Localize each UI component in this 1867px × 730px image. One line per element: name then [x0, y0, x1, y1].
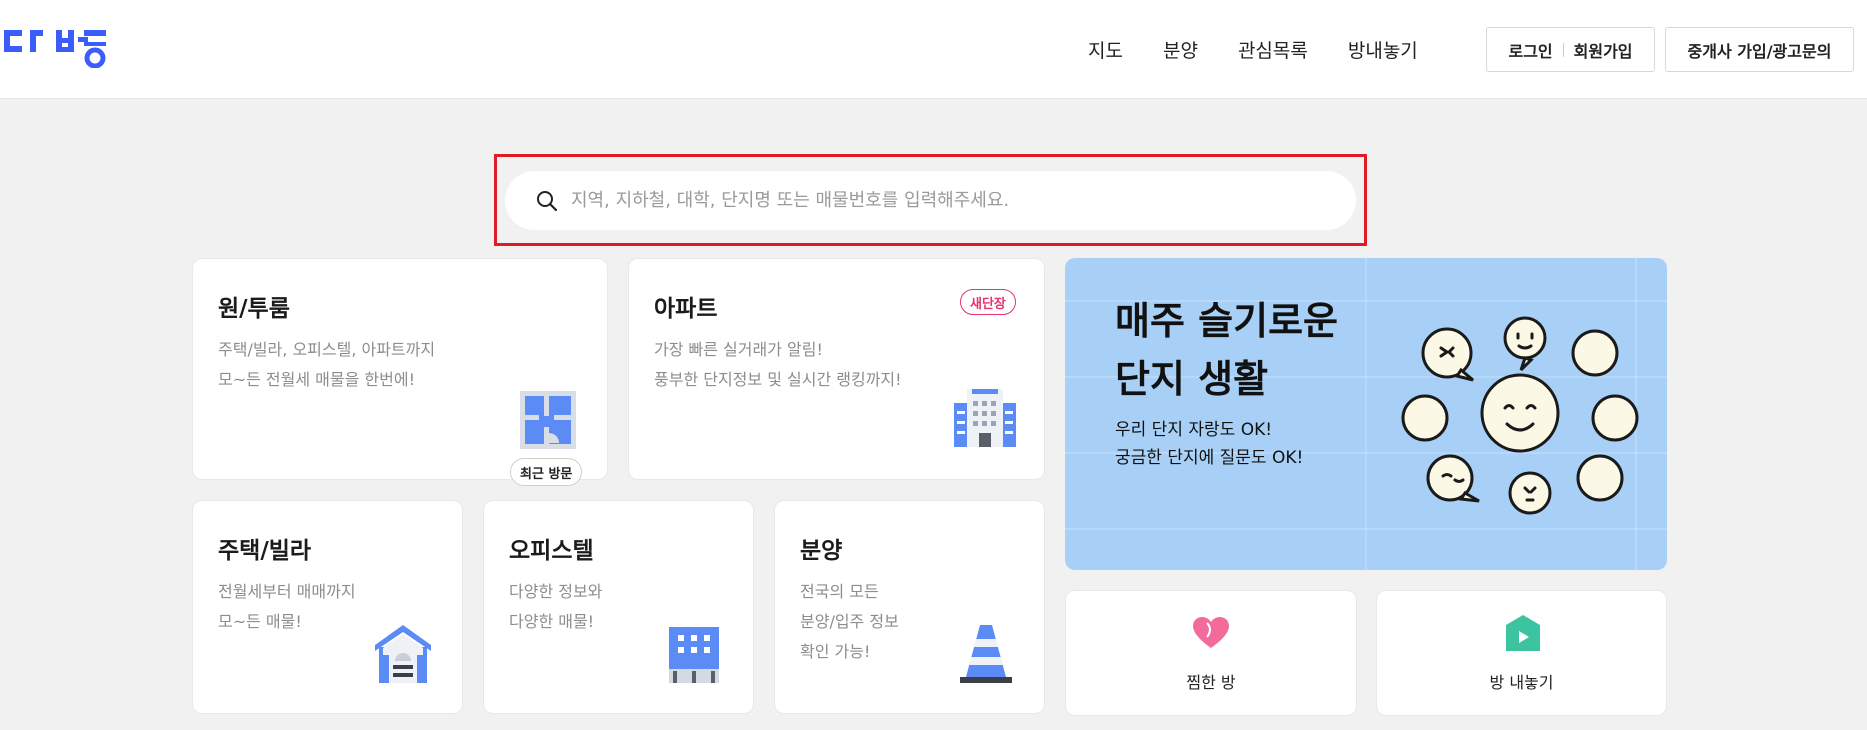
card-title: 아파트 — [654, 296, 718, 322]
card-officetel[interactable]: 오피스텔 다양한 정보와 다양한 매물! — [483, 500, 754, 714]
card-desc-line: 가장 빠른 실거래가 알림! — [654, 340, 823, 359]
dabang-logo[interactable] — [4, 28, 106, 68]
nav-item-presale[interactable]: 분양 — [1163, 36, 1198, 63]
card-desc-line: 주택/빌라, 오피스텔, 아파트까지 — [218, 340, 436, 359]
card-presale[interactable]: 분양 전국의 모든 분양/입주 정보 확인 가능! — [774, 500, 1045, 714]
liked-rooms-label: 찜한 방 — [1186, 673, 1236, 692]
card-villa[interactable]: 주택/빌라 전월세부터 매매까지 모~든 매물! — [192, 500, 463, 714]
main-nav: 지도 분양 관심목록 방내놓기 — [1088, 36, 1458, 63]
signup-button[interactable]: 회원가입 — [1574, 38, 1633, 62]
card-oneroom[interactable]: 원/투룸 주택/빌라, 오피스텔, 아파트까지 모~든 전월세 매물을 한번에! — [192, 258, 608, 480]
nav-item-map[interactable]: 지도 — [1088, 36, 1123, 63]
promo-title-line: 단지 생활 — [1115, 357, 1269, 401]
card-desc-line: 전국의 모든 — [800, 582, 879, 601]
card-desc-line: 분양/입주 정보 — [800, 612, 899, 631]
grid-line — [1365, 258, 1367, 570]
nav-item-list-room[interactable]: 방내놓기 — [1348, 36, 1418, 63]
card-description: 다양한 정보와 다양한 매물! — [509, 577, 602, 637]
heart-icon — [1193, 617, 1229, 648]
house-play-icon — [1506, 615, 1540, 651]
liked-rooms-card[interactable]: 찜한 방 — [1065, 590, 1357, 716]
login-button[interactable]: 로그인 — [1508, 38, 1552, 62]
card-desc-line: 풍부한 단지정보 및 실시간 랭킹까지! — [654, 370, 902, 389]
card-desc-line: 확인 가능! — [800, 642, 871, 661]
card-title: 원/투룸 — [218, 296, 290, 322]
list-room-card[interactable]: 방 내놓기 — [1376, 590, 1667, 716]
card-description: 전월세부터 매매까지 모~든 매물! — [218, 577, 356, 637]
renewal-badge: 새단장 — [960, 289, 1016, 315]
card-title: 오피스텔 — [509, 538, 594, 564]
office-building-icon — [669, 627, 719, 683]
room-floorplan-icon — [520, 391, 576, 449]
recent-visit-badge: 최근 방문 — [510, 458, 583, 486]
promo-desc-line: 우리 단지 자랑도 OK! — [1115, 420, 1273, 440]
auth-box: 로그인 회원가입 — [1486, 27, 1655, 72]
card-title: 분양 — [800, 538, 843, 564]
card-desc-line: 모~든 전월세 매물을 한번에! — [218, 370, 415, 389]
traffic-cone-icon — [960, 625, 1012, 683]
promo-description: 우리 단지 자랑도 OK! 궁금한 단지에 질문도 OK! — [1115, 416, 1303, 472]
header: 지도 분양 관심목록 방내놓기 로그인 회원가입 중개사 가입/광고문의 — [0, 0, 1867, 99]
card-title: 주택/빌라 — [218, 538, 312, 564]
apartment-building-icon — [954, 389, 1016, 447]
card-desc-line: 모~든 매물! — [218, 612, 302, 631]
divider — [1562, 42, 1564, 57]
agent-signup-button[interactable]: 중개사 가입/광고문의 — [1665, 27, 1854, 72]
search-bar[interactable] — [505, 171, 1356, 230]
list-room-label: 방 내놓기 — [1489, 673, 1554, 692]
card-description: 가장 빠른 실거래가 알림! 풍부한 단지정보 및 실시간 랭킹까지! — [654, 335, 902, 395]
card-description: 주택/빌라, 오피스텔, 아파트까지 모~든 전월세 매물을 한번에! — [218, 335, 435, 395]
search-icon — [537, 190, 558, 211]
nav-item-favorites[interactable]: 관심목록 — [1238, 36, 1308, 63]
promo-title: 매주 슬기로운 단지 생활 — [1115, 292, 1338, 408]
promo-desc-line: 궁금한 단지에 질문도 OK! — [1115, 448, 1304, 468]
card-desc-line: 전월세부터 매매까지 — [218, 582, 356, 601]
speech-bubble-characters-icon — [1401, 316, 1639, 515]
card-desc-line: 다양한 매물! — [509, 612, 595, 631]
search-input[interactable] — [571, 190, 1331, 211]
promo-banner[interactable]: 매주 슬기로운 단지 생활 우리 단지 자랑도 OK! 궁금한 단지에 질문도 … — [1065, 258, 1667, 570]
card-desc-line: 다양한 정보와 — [509, 582, 603, 601]
promo-title-line: 매주 슬기로운 — [1115, 299, 1338, 343]
card-description: 전국의 모든 분양/입주 정보 확인 가능! — [800, 577, 899, 667]
house-icon — [375, 625, 431, 683]
